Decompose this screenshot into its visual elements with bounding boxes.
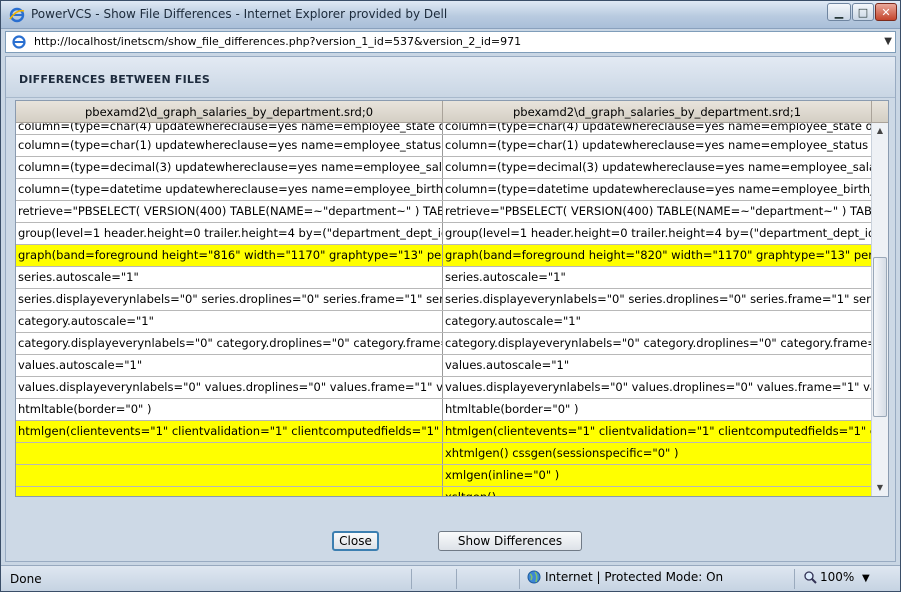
right-line-cell: htmlgen(clientevents="1" clientvalidatio… (443, 421, 872, 442)
right-line-cell: category.autoscale="1" (443, 311, 872, 332)
table-row: column=(type=decimal(3) updatewhereclaus… (16, 157, 872, 179)
left-line-cell: series.autoscale="1" (16, 267, 443, 288)
status-divider (519, 569, 520, 589)
left-line-cell: series.displayeverynlabels="0" series.dr… (16, 289, 443, 310)
right-line-cell: xhtmlgen() cssgen(sessionspecific="0" ) (443, 443, 872, 464)
status-text: Done (10, 572, 42, 586)
section-header: DIFFERENCES BETWEEN FILES (6, 57, 895, 98)
table-row: column=(type=char(4) updatewhereclause=y… (16, 123, 872, 135)
scroll-down-icon[interactable]: ▼ (872, 480, 888, 496)
scrollbar-thumb[interactable] (873, 257, 887, 417)
minimize-button[interactable]: ▁ (827, 3, 851, 21)
left-line-cell: category.autoscale="1" (16, 311, 443, 332)
right-line-cell: column=(type=char(1) updatewhereclause=y… (443, 135, 872, 156)
security-zone[interactable]: Internet | Protected Mode: On (527, 570, 723, 584)
zone-text: Internet | Protected Mode: On (545, 570, 724, 584)
right-line-cell: column=(type=char(4) updatewhereclause=y… (445, 123, 872, 134)
table-row: column=(type=char(1) updatewhereclause=y… (16, 135, 872, 157)
right-line-cell: values.autoscale="1" (443, 355, 872, 376)
left-line-cell: htmltable(border="0" ) (16, 399, 443, 420)
table-row: values.displayeverynlabels="0" values.dr… (16, 377, 872, 399)
table-row: category.displayeverynlabels="0" categor… (16, 333, 872, 355)
table-row: xmlgen(inline="0" ) (16, 465, 872, 487)
left-line-cell: column=(type=char(1) updatewhereclause=y… (16, 135, 443, 156)
zoom-level: 100% (820, 570, 855, 584)
close-icon: ✕ (881, 5, 891, 19)
scroll-up-icon[interactable]: ▲ (872, 123, 888, 139)
right-line-cell: category.displayeverynlabels="0" categor… (443, 333, 872, 354)
globe-icon (527, 570, 541, 584)
table-row: htmltable(border="0" ) htmltable(border="… (16, 399, 872, 421)
right-line-cell: htmltable(border="0" ) (443, 399, 872, 420)
right-line-cell: graph(band=foreground height="820" width… (443, 245, 872, 266)
left-line-cell: column=(type=decimal(3) updatewhereclaus… (16, 157, 443, 178)
close-button[interactable]: Close (332, 531, 379, 551)
left-file-header: pbexamd2\d_graph_salaries_by_department.… (16, 101, 443, 123)
right-line-cell: values.displayeverynlabels="0" values.dr… (443, 377, 872, 398)
left-line-cell (16, 487, 443, 496)
left-line-cell: category.displayeverynlabels="0" categor… (16, 333, 443, 354)
page-content: DIFFERENCES BETWEEN FILES pbexamd2\d_gra… (5, 56, 896, 562)
left-line-cell: column=(type=char(4) updatewhereclause=y… (18, 123, 443, 134)
status-divider (456, 569, 457, 589)
table-row: xhtmlgen() cssgen(sessionspecific="0" ) (16, 443, 872, 465)
zoom-control[interactable]: 100% (803, 570, 854, 584)
left-line-cell: htmlgen(clientevents="1" clientvalidatio… (16, 421, 443, 442)
status-divider (411, 569, 412, 589)
maximize-icon: □ (857, 5, 869, 19)
ie-logo-icon (9, 7, 25, 23)
title-bar: PowerVCS - Show File Differences - Inter… (1, 1, 900, 29)
minimize-icon: ▁ (834, 5, 844, 19)
left-line-cell (16, 443, 443, 464)
zoom-dropdown-icon[interactable]: ▼ (862, 573, 870, 584)
window-title: PowerVCS - Show File Differences - Inter… (31, 7, 448, 21)
maximize-button[interactable]: □ (852, 3, 874, 21)
close-window-button[interactable]: ✕ (875, 3, 897, 21)
table-row: xsltgen() (16, 487, 872, 496)
left-line-cell: values.displayeverynlabels="0" values.dr… (16, 377, 443, 398)
right-line-cell: retrieve="PBSELECT( VERSION(400) TABLE(N… (443, 201, 872, 222)
table-row: series.autoscale="1" series.autoscale="1" (16, 267, 872, 289)
left-line-cell: graph(band=foreground height="816" width… (16, 245, 443, 266)
table-row: column=(type=datetime updatewhereclause=… (16, 179, 872, 201)
show-differences-button[interactable]: Show Differences (438, 531, 582, 551)
left-line-cell: retrieve="PBSELECT( VERSION(400) TABLE(N… (16, 201, 443, 222)
header-corner (872, 101, 888, 123)
address-dropdown-icon[interactable]: ▼ (884, 36, 892, 47)
address-bar[interactable]: http://localhost/inetscm/show_file_diffe… (5, 31, 896, 53)
left-line-cell (16, 465, 443, 486)
table-row: htmlgen(clientevents="1" clientvalidatio… (16, 421, 872, 443)
status-divider (794, 569, 795, 589)
left-line-cell: column=(type=datetime updatewhereclause=… (16, 179, 443, 200)
right-line-cell: xmlgen(inline="0" ) (443, 465, 872, 486)
left-line-cell: group(level=1 header.height=0 trailer.he… (16, 223, 443, 244)
left-line-cell: values.autoscale="1" (16, 355, 443, 376)
browser-window: PowerVCS - Show File Differences - Inter… (0, 0, 901, 592)
table-row: group(level=1 header.height=0 trailer.he… (16, 223, 872, 245)
right-line-cell: group(level=1 header.height=0 trailer.he… (443, 223, 872, 244)
right-line-cell: series.displayeverynlabels="0" series.dr… (443, 289, 872, 310)
diff-viewer: pbexamd2\d_graph_salaries_by_department.… (15, 100, 889, 497)
table-row: graph(band=foreground height="816" width… (16, 245, 872, 267)
zoom-icon (804, 571, 817, 584)
table-row: retrieve="PBSELECT( VERSION(400) TABLE(N… (16, 201, 872, 223)
right-file-header: pbexamd2\d_graph_salaries_by_department.… (443, 101, 872, 123)
page-icon (12, 35, 26, 49)
right-line-cell: series.autoscale="1" (443, 267, 872, 288)
right-line-cell: column=(type=decimal(3) updatewhereclaus… (443, 157, 872, 178)
right-line-cell: xsltgen() (443, 487, 872, 496)
vertical-scrollbar[interactable]: ▲ ▼ (871, 123, 888, 496)
page-title: DIFFERENCES BETWEEN FILES (19, 73, 210, 86)
diff-rows: column=(type=char(4) updatewhereclause=y… (16, 123, 872, 496)
url-text[interactable]: http://localhost/inetscm/show_file_diffe… (34, 35, 521, 48)
table-row: category.autoscale="1" category.autoscale… (16, 311, 872, 333)
table-row: series.displayeverynlabels="0" series.dr… (16, 289, 872, 311)
table-row: values.autoscale="1" values.autoscale="1" (16, 355, 872, 377)
right-line-cell: column=(type=datetime updatewhereclause=… (443, 179, 872, 200)
status-bar: Done Internet | Protected Mode: On 100% … (1, 565, 900, 591)
